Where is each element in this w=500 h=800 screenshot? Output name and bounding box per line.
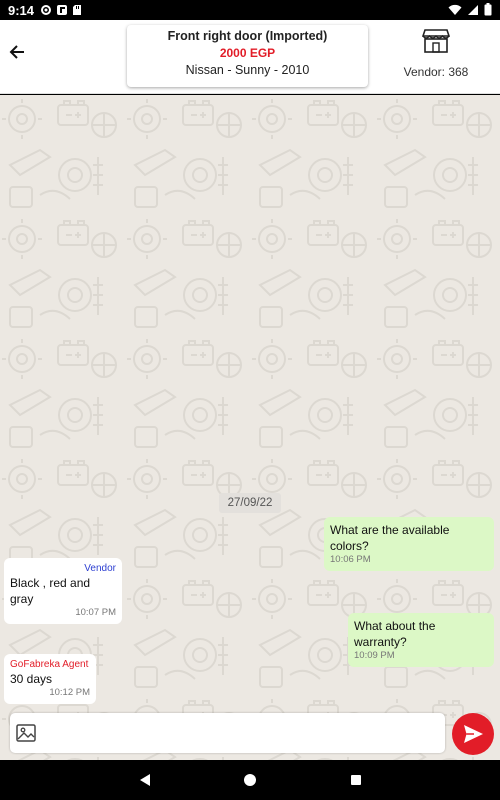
- message-time: 10:09 PM: [354, 650, 395, 661]
- chat-header: Front right door (Imported) 2000 EGP Nis…: [0, 20, 500, 94]
- send-icon: [464, 725, 483, 743]
- message-sender: GoFabreka Agent: [10, 659, 89, 670]
- status-bar: 9:14: [0, 0, 500, 20]
- send-button[interactable]: [452, 713, 494, 755]
- date-separator: 27/09/22: [219, 493, 281, 513]
- message-text: 30 days: [10, 672, 53, 686]
- product-car: Nissan - Sunny - 2010: [185, 63, 310, 77]
- wifi-icon: [448, 4, 462, 15]
- app-notification-icon: [57, 5, 67, 15]
- vendor-label: Vendor: 368: [403, 65, 469, 79]
- status-time: 9:14: [8, 3, 35, 18]
- system-status-icons: [448, 3, 492, 16]
- message-time: 10:12 PM: [49, 687, 90, 698]
- message-composer: [10, 713, 445, 753]
- signal-icon: [468, 4, 478, 15]
- message-bubble-incoming[interactable]: GoFabreka Agent 30 days 10:12 PM: [4, 654, 96, 704]
- product-title: Front right door (Imported): [167, 29, 328, 43]
- message-text: Black , red and gray: [10, 576, 91, 606]
- message-time: 10:06 PM: [330, 554, 371, 565]
- image-icon[interactable]: [16, 724, 36, 742]
- message-text: What about the warranty?: [354, 619, 436, 649]
- arrow-left-icon: [9, 45, 24, 59]
- message-sender: Vendor: [84, 563, 116, 574]
- message-text: What are the available colors?: [330, 523, 450, 553]
- settings-notification-icon: [41, 5, 51, 15]
- vendor-info[interactable]: Vendor: 368: [396, 28, 476, 79]
- chat-area[interactable]: 27/09/22 What are the available colors? …: [0, 95, 500, 760]
- sd-card-notification-icon: [73, 5, 81, 15]
- message-bubble-outgoing[interactable]: What are the available colors? 10:06 PM: [324, 517, 494, 571]
- storefront-icon: [421, 29, 451, 53]
- triangle-back-icon[interactable]: [137, 772, 153, 788]
- product-card[interactable]: Front right door (Imported) 2000 EGP Nis…: [127, 25, 368, 87]
- back-button[interactable]: [5, 40, 29, 64]
- message-bubble-outgoing[interactable]: What about the warranty? 10:09 PM: [348, 613, 494, 667]
- product-price: 2000 EGP: [219, 46, 276, 60]
- square-recents-icon[interactable]: [348, 772, 364, 788]
- message-input[interactable]: [44, 721, 434, 745]
- battery-icon: [484, 3, 492, 16]
- message-time: 10:07 PM: [75, 607, 116, 618]
- system-nav-bar: [0, 760, 500, 800]
- notification-icons: [40, 4, 82, 16]
- message-bubble-incoming[interactable]: Vendor Black , red and gray 10:07 PM: [4, 558, 122, 624]
- circle-home-icon[interactable]: [242, 772, 258, 788]
